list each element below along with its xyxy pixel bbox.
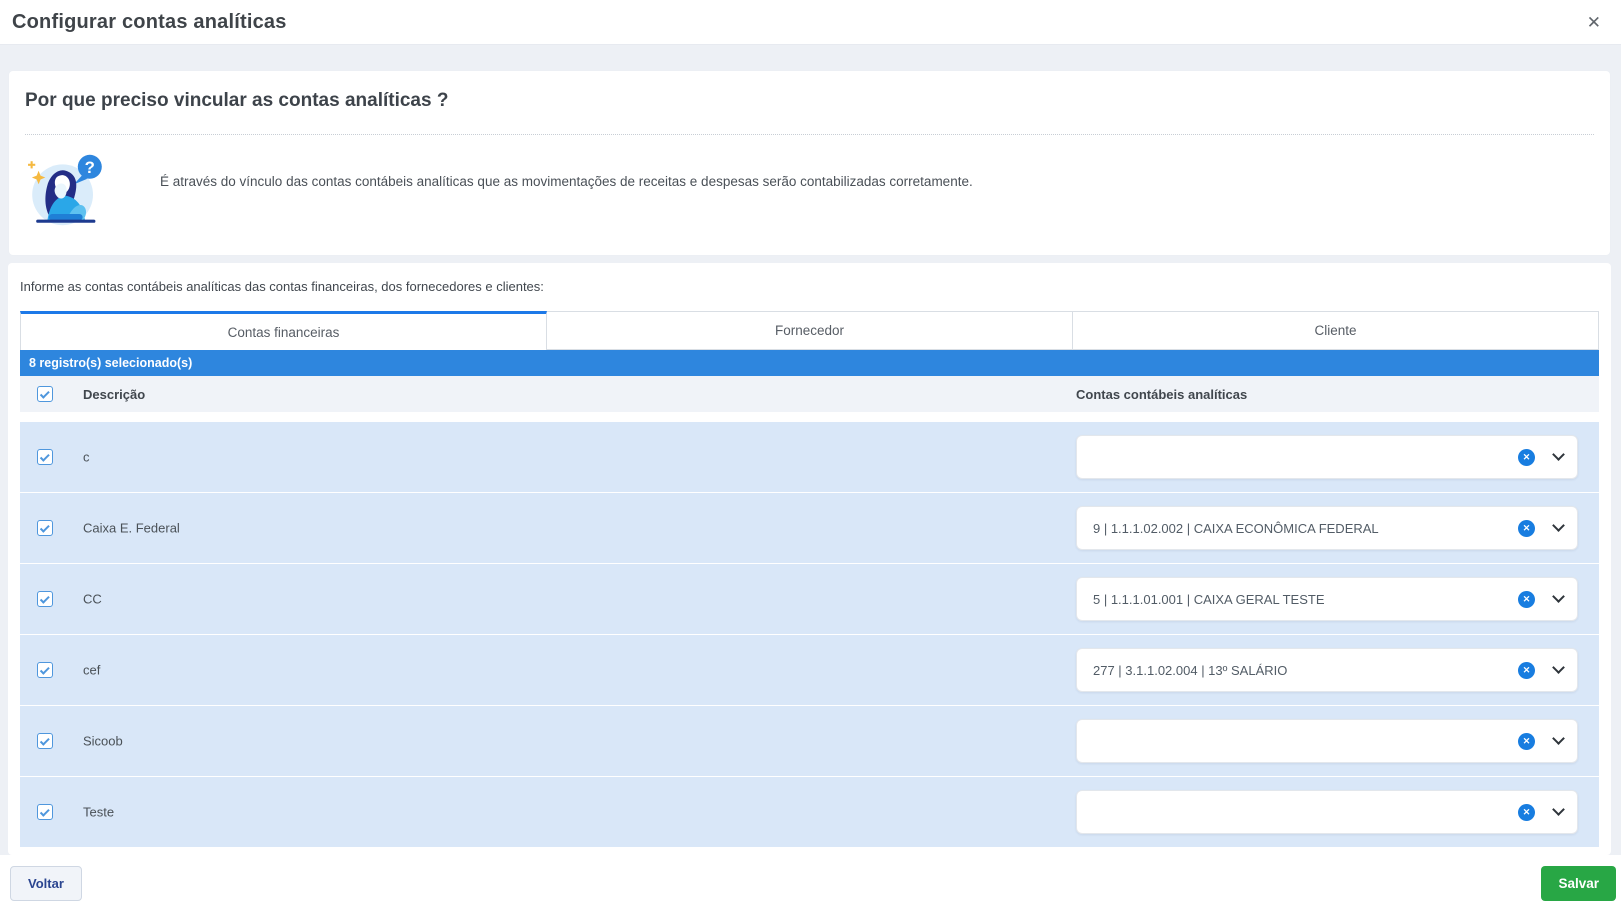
- row-checkbox[interactable]: [37, 662, 53, 678]
- svg-text:?: ?: [85, 158, 95, 177]
- checkmark-icon: [39, 593, 49, 603]
- row-checkbox[interactable]: [37, 804, 53, 820]
- account-select-value: 277 | 3.1.1.02.004 | 13º SALÁRIO: [1091, 663, 1518, 678]
- row-description: Caixa E. Federal: [83, 521, 180, 536]
- help-heading: Por que preciso vincular as contas analí…: [9, 71, 1610, 112]
- chevron-down-icon[interactable]: [1552, 661, 1565, 674]
- select-all-checkbox[interactable]: [37, 386, 53, 402]
- row-checkbox[interactable]: [37, 449, 53, 465]
- row-description: Teste: [83, 805, 114, 820]
- tab-contas-financeiras[interactable]: Contas financeiras: [20, 311, 547, 350]
- row-description: Sicoob: [83, 734, 123, 749]
- clear-icon[interactable]: ✕: [1518, 449, 1535, 466]
- back-button[interactable]: Voltar: [10, 866, 82, 901]
- chevron-down-icon[interactable]: [1552, 448, 1565, 461]
- clear-icon[interactable]: ✕: [1518, 804, 1535, 821]
- account-select[interactable]: 277 | 3.1.1.02.004 | 13º SALÁRIO ✕: [1076, 648, 1578, 692]
- instruction-text: Informe as contas contábeis analíticas d…: [20, 279, 1599, 295]
- column-header-description: Descrição: [83, 387, 145, 402]
- checkmark-icon: [39, 664, 49, 674]
- row-checkbox[interactable]: [37, 520, 53, 536]
- tabs: Contas financeiras Fornecedor Cliente: [20, 311, 1599, 350]
- row-checkbox[interactable]: [37, 733, 53, 749]
- table-row: Teste ✕: [20, 777, 1599, 847]
- account-select[interactable]: ✕: [1076, 719, 1578, 763]
- clear-icon[interactable]: ✕: [1518, 520, 1535, 537]
- clear-icon[interactable]: ✕: [1518, 662, 1535, 679]
- chevron-down-icon[interactable]: [1552, 519, 1565, 532]
- clear-icon[interactable]: ✕: [1518, 733, 1535, 750]
- row-description: c: [83, 450, 90, 465]
- table-header-row: Descrição Contas contábeis analíticas: [20, 376, 1599, 412]
- table-row: Caixa E. Federal 9 | 1.1.1.02.002 | CAIX…: [20, 493, 1599, 563]
- chevron-down-icon[interactable]: [1552, 803, 1565, 816]
- selection-count-text: 8 registro(s) selecionado(s): [29, 356, 192, 370]
- tab-fornecedor[interactable]: Fornecedor: [547, 311, 1073, 350]
- modal-header: Configurar contas analíticas ✕: [0, 0, 1621, 45]
- table-row: Sicoob ✕: [20, 706, 1599, 776]
- table-row: CC 5 | 1.1.1.01.001 | CAIXA GERAL TESTE …: [20, 564, 1599, 634]
- checkmark-icon: [39, 735, 49, 745]
- table-row: cef 277 | 3.1.1.02.004 | 13º SALÁRIO ✕: [20, 635, 1599, 705]
- clear-icon[interactable]: ✕: [1518, 591, 1535, 608]
- account-select[interactable]: 5 | 1.1.1.01.001 | CAIXA GERAL TESTE ✕: [1076, 577, 1578, 621]
- account-select-value: 5 | 1.1.1.01.001 | CAIXA GERAL TESTE: [1091, 592, 1518, 607]
- account-select[interactable]: ✕: [1076, 790, 1578, 834]
- save-button[interactable]: Salvar: [1541, 866, 1616, 901]
- help-illustration: ?: [25, 150, 105, 230]
- row-description: CC: [83, 592, 102, 607]
- chevron-down-icon[interactable]: [1552, 732, 1565, 745]
- help-content: ? É através do vínculo das contas contáb…: [9, 135, 1610, 230]
- checkmark-icon: [39, 806, 49, 816]
- account-select[interactable]: ✕: [1076, 435, 1578, 479]
- help-description: É através do vínculo das contas contábei…: [160, 174, 973, 189]
- chevron-down-icon[interactable]: [1552, 590, 1565, 603]
- account-select[interactable]: 9 | 1.1.1.02.002 | CAIXA ECONÔMICA FEDER…: [1076, 506, 1578, 550]
- column-header-account: Contas contábeis analíticas: [1076, 387, 1247, 402]
- help-card: Por que preciso vincular as contas analí…: [8, 70, 1611, 256]
- modal-title: Configurar contas analíticas: [12, 11, 287, 34]
- modal-footer: Voltar Salvar: [0, 855, 1621, 911]
- checkmark-icon: [39, 388, 49, 398]
- checkmark-icon: [39, 451, 49, 461]
- table-row: c ✕: [20, 422, 1599, 492]
- configure-analytic-accounts-modal: Configurar contas analíticas ✕ Por que p…: [0, 0, 1621, 911]
- row-description: cef: [83, 663, 100, 678]
- accounts-card: Informe as contas contábeis analíticas d…: [8, 263, 1611, 855]
- close-icon[interactable]: ✕: [1583, 10, 1605, 35]
- selection-count-bar: 8 registro(s) selecionado(s): [20, 350, 1599, 376]
- checkmark-icon: [39, 522, 49, 532]
- account-select-value: 9 | 1.1.1.02.002 | CAIXA ECONÔMICA FEDER…: [1091, 521, 1518, 536]
- row-checkbox[interactable]: [37, 591, 53, 607]
- tab-cliente[interactable]: Cliente: [1073, 311, 1599, 350]
